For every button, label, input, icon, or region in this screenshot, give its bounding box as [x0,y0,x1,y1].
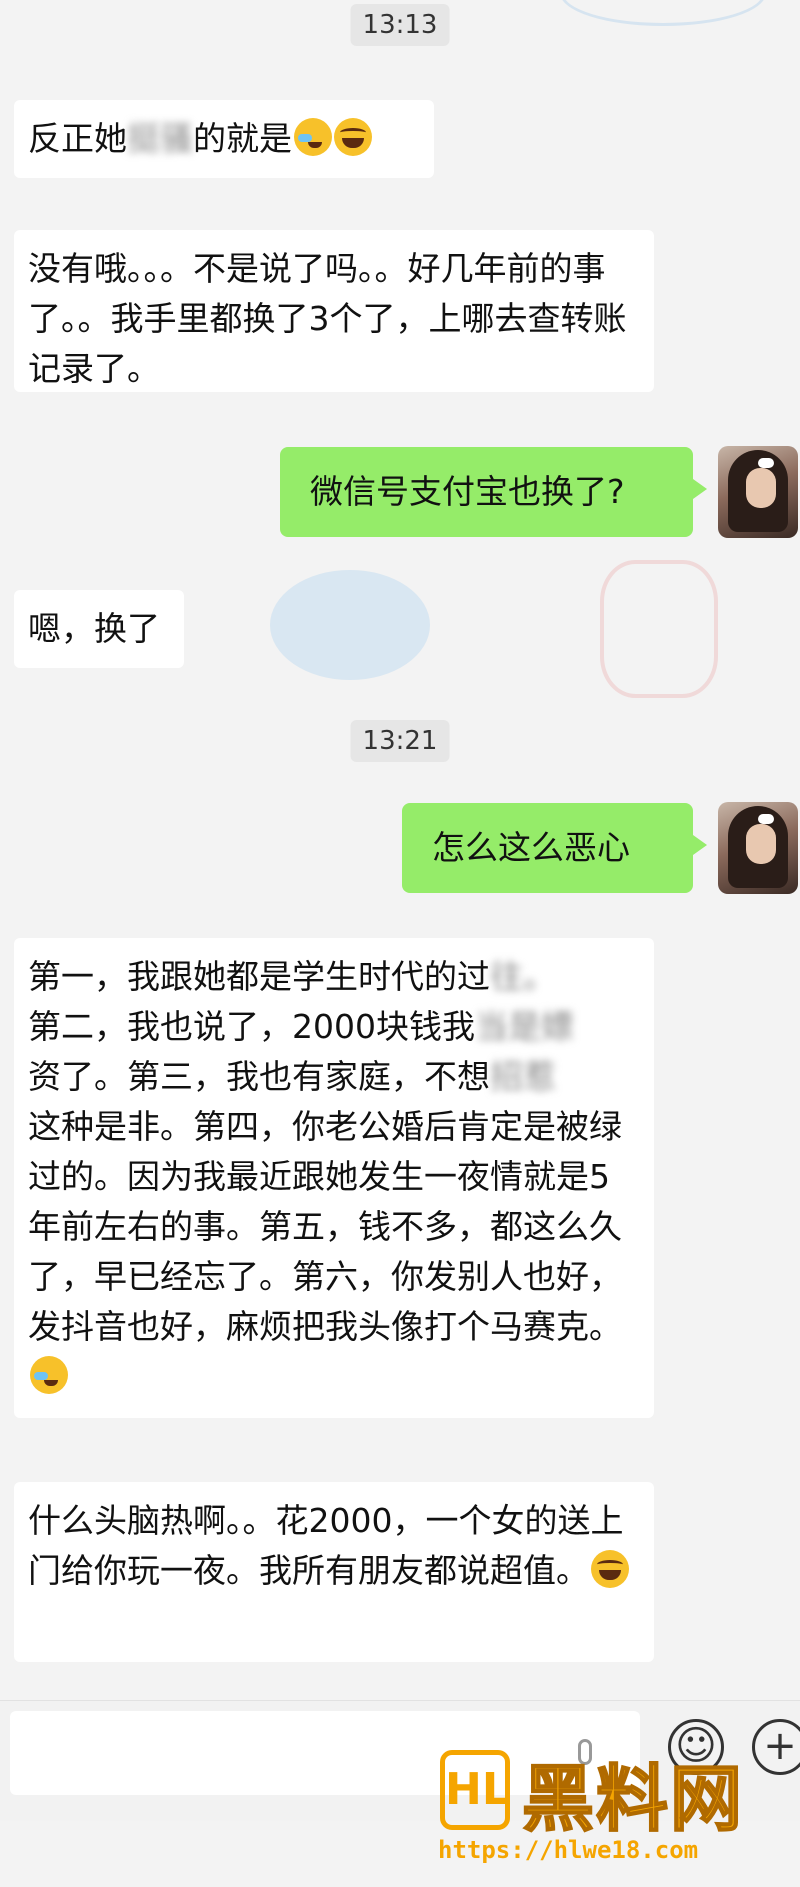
crying-laughing-emoji-icon [30,1356,68,1394]
timestamp: 13:21 [350,720,450,762]
received-message[interactable]: 什么头脑热啊。。花2000，一个女的送上门给你玩一夜。我所有朋友都说超值。 [14,1482,654,1662]
wallpaper-decoration [600,560,718,698]
timestamp: 13:13 [350,4,450,46]
blurred-text: 往。 [490,957,556,996]
message-text: 这种是非。第四，你老公婚后肯定是被绿过的。因为我最近跟她发生一夜情就是5年前左右… [28,1107,622,1346]
laughing-emoji-icon [334,118,372,156]
chat-area[interactable]: 13:13 反正她挺骚的就是 没有哦。。。不是说了吗。。好几年前的事了。。我手里… [0,0,800,1700]
received-message[interactable]: 嗯，换了 [14,590,184,668]
message-text: 第二，我也说了，2000块钱我 [28,1007,475,1046]
avatar[interactable] [718,446,798,538]
sent-message[interactable]: 微信号支付宝也换了? [280,447,707,537]
watermark-url: https://hlwe18.com [438,1836,699,1864]
message-text: 资了。第三，我也有家庭，不想 [28,1057,490,1096]
watermark: HL 黑料网 https://hlwe18.com [430,1740,790,1880]
blurred-text: 招惹 [490,1057,556,1096]
wallpaper-decoration [270,570,430,680]
crying-laughing-emoji-icon [294,118,332,156]
message-text: 第一，我跟她都是学生时代的过 [28,957,490,996]
message-text: 反正她 [28,119,127,158]
watermark-name: 黑料网 [521,1756,745,1842]
blurred-text: 当是嫖 [474,1007,574,1046]
received-message[interactable]: 第一，我跟她都是学生时代的过往。 第二，我也说了，2000块钱我当是嫖 资了。第… [14,938,654,1418]
wallpaper-decoration [560,0,766,26]
watermark-logo: HL [440,1750,510,1830]
sent-message[interactable]: 怎么这么恶心 [402,803,707,893]
received-message[interactable]: 反正她挺骚的就是 [14,100,434,178]
avatar[interactable] [718,802,798,894]
received-message[interactable]: 没有哦。。。不是说了吗。。好几年前的事了。。我手里都换了3个了，上哪去查转账记录… [14,230,654,392]
message-text: 的就是 [193,119,292,158]
blurred-text: 挺骚 [127,119,193,158]
laughing-emoji-icon [591,1550,629,1588]
message-text: 什么头脑热啊。。花2000，一个女的送上门给你玩一夜。我所有朋友都说超值。 [28,1501,624,1590]
